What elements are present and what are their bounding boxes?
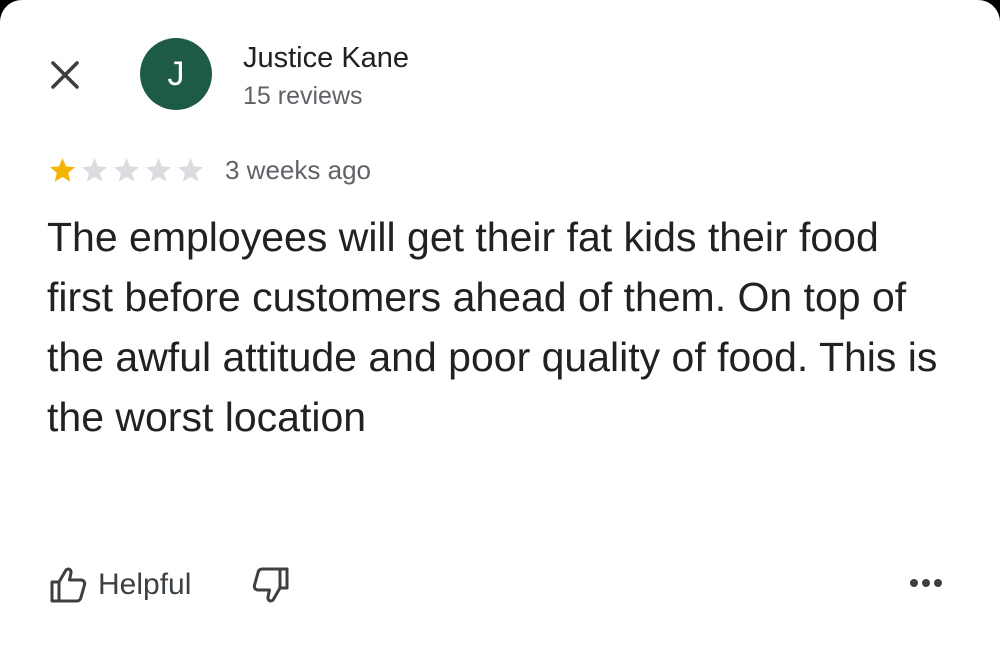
star-rating bbox=[48, 156, 208, 185]
close-icon bbox=[51, 61, 79, 89]
thumbs-up-icon bbox=[50, 567, 87, 603]
reviewer-review-count: 15 reviews bbox=[243, 82, 363, 110]
review-time: 3 weeks ago bbox=[225, 154, 371, 185]
review-actions: Helpful bbox=[48, 560, 291, 610]
avatar-initial: J bbox=[167, 54, 185, 93]
star-empty-icon bbox=[146, 157, 171, 182]
star-empty-icon bbox=[114, 157, 139, 182]
close-button[interactable] bbox=[44, 54, 86, 96]
star-filled-icon bbox=[50, 157, 75, 182]
avatar[interactable]: J bbox=[140, 38, 212, 110]
more-horizontal-icon bbox=[910, 579, 942, 587]
reviewer-name[interactable]: Justice Kane bbox=[243, 38, 409, 78]
helpful-button[interactable]: Helpful bbox=[48, 565, 191, 605]
rating-row: 3 weeks ago bbox=[48, 150, 371, 190]
helpful-label: Helpful bbox=[98, 568, 192, 601]
review-text: The employees will get their fat kids th… bbox=[47, 214, 938, 440]
star-empty-icon bbox=[178, 157, 203, 182]
review-card: J Justice Kane 15 reviews 3 weeks ago Th… bbox=[0, 0, 1000, 654]
not-helpful-button[interactable] bbox=[251, 565, 291, 605]
star-empty-icon bbox=[82, 157, 107, 182]
thumbs-down-icon bbox=[253, 567, 289, 603]
more-options-button[interactable] bbox=[904, 566, 948, 600]
